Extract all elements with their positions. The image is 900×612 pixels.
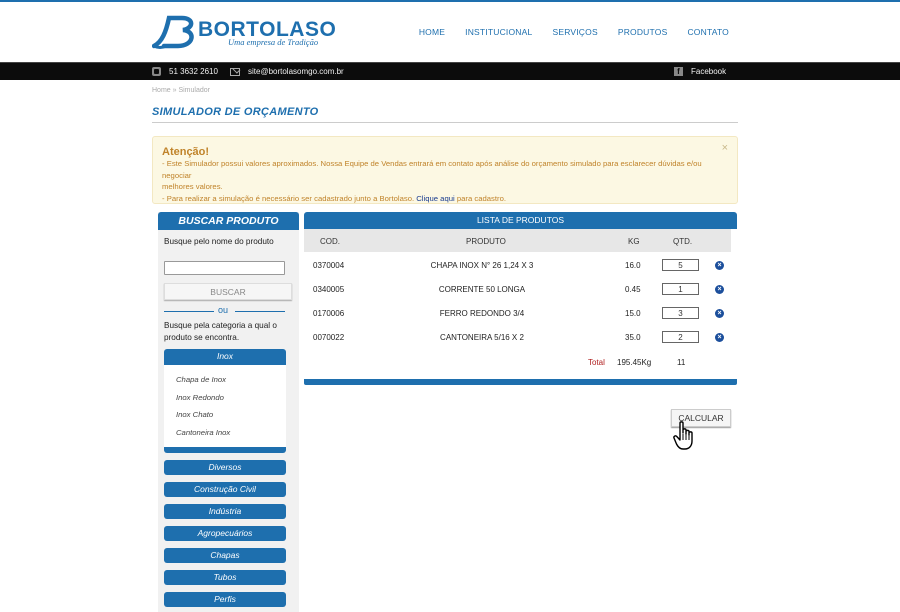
category-diversos[interactable]: Diversos bbox=[164, 460, 286, 475]
email-address[interactable]: site@bortolasomgo.com.br bbox=[248, 67, 344, 76]
sidebar-title: BUSCAR PRODUTO bbox=[158, 212, 299, 230]
category-chapas[interactable]: Chapas bbox=[164, 548, 286, 563]
facebook-icon: f bbox=[674, 67, 683, 76]
nav-home[interactable]: HOME bbox=[419, 27, 445, 37]
subcategory-item[interactable]: Inox Redondo bbox=[176, 393, 286, 411]
remove-icon[interactable]: × bbox=[715, 285, 724, 294]
warning-alert: Atenção! - Este Simulador possui valores… bbox=[152, 136, 738, 204]
row-kg: 0.45 bbox=[625, 285, 641, 294]
phone-info: 51 3632 2610 bbox=[152, 67, 218, 76]
remove-icon[interactable]: × bbox=[715, 309, 724, 318]
alert-line-3: - Para realizar a simulação é necessário… bbox=[162, 193, 728, 205]
col-produto: PRODUTO bbox=[466, 237, 506, 246]
category-perfis[interactable]: Perfis bbox=[164, 592, 286, 607]
row-kg: 16.0 bbox=[625, 261, 641, 270]
category-agropecuarios[interactable]: Agropecuários bbox=[164, 526, 286, 541]
register-link[interactable]: Clique aqui bbox=[416, 194, 454, 203]
category-construcao-civil[interactable]: Construção Civil bbox=[164, 482, 286, 497]
contact-bar: 51 3632 2610 site@bortolasomgo.com.br f … bbox=[0, 62, 900, 80]
mail-icon bbox=[230, 67, 240, 76]
category-inox-expanded: Inox Chapa de Inox Inox Redondo Inox Cha… bbox=[164, 349, 286, 453]
quantity-input[interactable]: 2 bbox=[662, 331, 699, 343]
page-title: SIMULADOR DE ORÇAMENTO bbox=[152, 106, 319, 118]
row-kg: 15.0 bbox=[625, 309, 641, 318]
category-industria[interactable]: Indústria bbox=[164, 504, 286, 519]
or-text: ou bbox=[218, 305, 229, 315]
subcategory-item[interactable]: Cantoneira Inox bbox=[176, 428, 286, 446]
remove-icon[interactable]: × bbox=[715, 333, 724, 342]
main-nav: HOME INSTITUCIONAL SERVIÇOS PRODUTOS CON… bbox=[419, 27, 729, 37]
alert-line-3-suffix: para cadastro. bbox=[456, 193, 507, 203]
row-cod: 0340005 bbox=[313, 285, 345, 294]
total-label: Total bbox=[588, 358, 605, 367]
nav-servicos[interactable]: SERVIÇOS bbox=[552, 27, 597, 37]
search-label: Busque pelo nome do produto bbox=[164, 237, 274, 246]
row-kg: 35.0 bbox=[625, 333, 641, 342]
category-tubos[interactable]: Tubos bbox=[164, 570, 286, 585]
subcategory-item[interactable]: Inox Chato bbox=[176, 410, 286, 428]
logo-b-icon bbox=[152, 15, 194, 49]
alert-line-1: - Este Simulador possui valores aproxima… bbox=[162, 159, 702, 180]
row-cod: 0070022 bbox=[313, 333, 345, 342]
quantity-input[interactable]: 3 bbox=[662, 307, 699, 319]
nav-institucional[interactable]: INSTITUCIONAL bbox=[465, 27, 532, 37]
nav-produtos[interactable]: PRODUTOS bbox=[618, 27, 668, 37]
hand-cursor-icon bbox=[673, 421, 693, 450]
row-produto: CORRENTE 50 LONGA bbox=[438, 285, 526, 294]
email-info[interactable]: site@bortolasomgo.com.br bbox=[230, 67, 344, 76]
or-divider: ou bbox=[164, 305, 285, 317]
nav-contato[interactable]: CONTATO bbox=[687, 27, 729, 37]
title-divider bbox=[152, 122, 738, 123]
quantity-input[interactable]: 1 bbox=[662, 283, 699, 295]
product-table-footer bbox=[304, 379, 737, 385]
row-produto: CHAPA INOX N° 26 1,24 X 3 bbox=[430, 261, 534, 270]
phone-number: 51 3632 2610 bbox=[169, 67, 218, 76]
phone-icon bbox=[152, 67, 161, 76]
row-produto: CANTONEIRA 5/16 X 2 bbox=[440, 333, 524, 342]
remove-icon[interactable]: × bbox=[715, 261, 724, 270]
search-input[interactable] bbox=[164, 261, 285, 275]
quantity-input[interactable]: 5 bbox=[662, 259, 699, 271]
category-inox-button[interactable]: Inox bbox=[164, 349, 286, 364]
facebook-link[interactable]: f Facebook bbox=[674, 67, 726, 76]
row-cod: 0170006 bbox=[313, 309, 345, 318]
subcategory-item[interactable]: Chapa de Inox bbox=[176, 375, 286, 393]
logo-tagline: Uma empresa de Tradição bbox=[228, 37, 319, 47]
category-label: Busque pela categoria a qual o produto s… bbox=[164, 321, 277, 342]
breadcrumb[interactable]: Home » Simulador bbox=[152, 87, 210, 94]
alert-line-3-prefix: - Para realizar a simulação é necessário… bbox=[162, 193, 415, 203]
facebook-label[interactable]: Facebook bbox=[691, 67, 726, 76]
row-produto: FERRO REDONDO 3/4 bbox=[439, 309, 525, 318]
product-table-header: COD. PRODUTO KG QTD. bbox=[304, 229, 731, 252]
total-qty: 11 bbox=[677, 358, 686, 367]
alert-line-2: melhores valores. bbox=[162, 182, 223, 191]
total-kg: 195.45Kg bbox=[617, 358, 652, 367]
or-line-left bbox=[164, 311, 214, 312]
col-kg: KG bbox=[628, 237, 640, 246]
product-list-title: LISTA DE PRODUTOS bbox=[304, 212, 737, 229]
col-qtd: QTD. bbox=[673, 237, 693, 246]
or-line-right bbox=[235, 311, 285, 312]
alert-title: Atenção! bbox=[162, 146, 210, 158]
logo[interactable]: BORTOLASO Uma empresa de Tradição bbox=[152, 12, 336, 52]
search-button[interactable]: BUSCAR bbox=[164, 283, 292, 300]
row-cod: 0370004 bbox=[313, 261, 345, 270]
alert-close-icon[interactable]: × bbox=[722, 142, 728, 154]
col-cod: COD. bbox=[320, 237, 340, 246]
top-accent-strip bbox=[0, 0, 900, 2]
inox-subcategory-list: Chapa de Inox Inox Redondo Inox Chato Ca… bbox=[164, 365, 286, 447]
